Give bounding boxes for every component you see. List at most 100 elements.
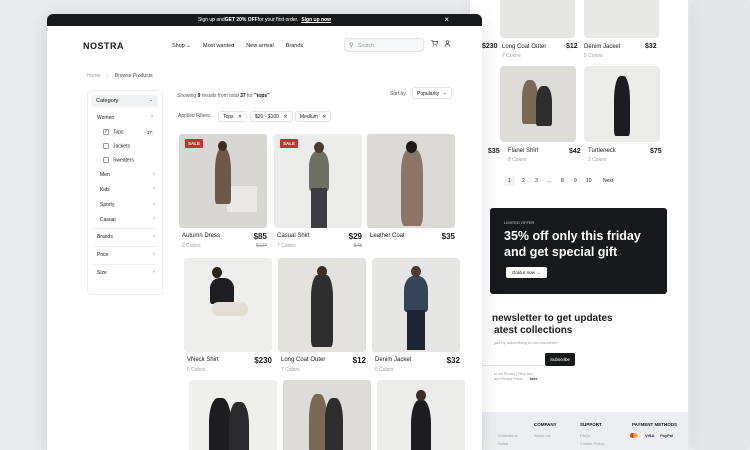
product-colors: 5 Colors xyxy=(187,367,206,373)
product-name[interactable]: Denim Jacket xyxy=(375,357,411,363)
product-image[interactable]: SALE xyxy=(179,134,267,228)
product-card[interactable]: Leather Coat $35 xyxy=(367,134,455,241)
product-image[interactable] xyxy=(189,380,277,450)
model-head xyxy=(406,141,417,153)
product-image[interactable] xyxy=(372,258,460,352)
product-name[interactable]: Casual Shirt xyxy=(277,233,310,239)
product-colors: 2 Colors xyxy=(588,157,607,163)
product-card[interactable]: SALE Autumn Dress $85 2 Colors $124 xyxy=(179,134,267,249)
back-page: $230 Long Coat Outer $12 7 Colors Denim … xyxy=(470,0,688,450)
newsletter-title: newsletter to get updates xyxy=(492,313,613,324)
category-toggle[interactable]: Category ⌄ xyxy=(91,95,158,107)
nav-item-new-arrival[interactable]: New arrival xyxy=(246,43,274,49)
footer-heading: PAYMENT METHODS xyxy=(632,422,678,427)
category-casual[interactable]: Casual xyxy=(100,217,116,223)
product-name[interactable]: VNeck Shirt xyxy=(187,357,219,363)
category-sporty[interactable]: Sporty xyxy=(100,202,114,208)
sort-label: Sort by xyxy=(390,91,406,97)
filter-chip[interactable]: $20 - $100 ✕ xyxy=(250,111,293,122)
grab-it-now-button[interactable]: Grab it now → xyxy=(506,267,547,278)
nav-item-brands[interactable]: Brands xyxy=(286,43,303,49)
product-price: $12 xyxy=(352,356,366,365)
product-name[interactable]: Denim Jacket xyxy=(584,44,620,50)
product-image[interactable] xyxy=(584,66,660,142)
nav-menu: Shop ⌄ Most wanted New arrival Brands xyxy=(172,43,303,49)
women-toggle[interactable]: Women xyxy=(97,115,114,121)
filter-size[interactable]: Size xyxy=(97,270,107,276)
page-button[interactable]: 8 xyxy=(561,178,564,184)
filter-chip[interactable]: Medium ✕ xyxy=(295,111,332,122)
nav-item-shop[interactable]: Shop ⌄ xyxy=(172,43,191,49)
paypal-icon: PayPal xyxy=(660,433,674,438)
footer-link[interactable]: About Us xyxy=(534,433,550,438)
footer-link[interactable]: Sales xyxy=(498,441,508,446)
logo[interactable]: NOSTRA xyxy=(83,41,124,51)
divider xyxy=(93,228,157,229)
product-image[interactable] xyxy=(278,258,366,352)
model-head xyxy=(317,266,327,277)
chevron-right-icon: › xyxy=(153,269,155,275)
product-image[interactable] xyxy=(584,0,659,38)
close-icon[interactable]: × xyxy=(444,15,449,24)
product-image[interactable] xyxy=(283,380,371,450)
category-men[interactable]: Men xyxy=(100,172,110,178)
product-colors: 5 Colors xyxy=(584,53,603,59)
checkbox-icon xyxy=(103,143,109,149)
product-image[interactable]: SALE xyxy=(274,134,362,228)
page-button[interactable]: 1 xyxy=(504,176,515,186)
chevron-right-icon: › xyxy=(153,233,155,239)
product-name[interactable]: Leather Coat xyxy=(370,233,405,239)
filter-price[interactable]: Price xyxy=(97,252,108,258)
product-image[interactable] xyxy=(500,66,576,142)
page-button[interactable]: 10 xyxy=(586,178,592,184)
user-icon[interactable] xyxy=(444,40,451,49)
checkbox-jackets[interactable]: Jackets xyxy=(103,143,130,149)
filter-brands[interactable]: Brands xyxy=(97,234,113,240)
product-price: $35 xyxy=(488,148,500,155)
privacy-link[interactable]: here xyxy=(530,377,537,381)
footer-link[interactable]: Cookie Policy xyxy=(580,441,604,446)
nav-item-most-wanted[interactable]: Most wanted xyxy=(203,43,234,49)
bench xyxy=(227,186,257,212)
product-name[interactable]: Long Coat Outer xyxy=(502,44,546,50)
checkbox-icon xyxy=(103,157,109,163)
page-button[interactable]: 2 xyxy=(522,178,525,184)
footer-link[interactable]: Collections xyxy=(498,433,518,438)
product-price: $12 xyxy=(566,43,578,50)
remove-icon[interactable]: ✕ xyxy=(238,114,242,120)
product-image[interactable] xyxy=(500,0,575,38)
model-figure xyxy=(309,151,329,191)
page-button[interactable]: 3 xyxy=(535,178,538,184)
filter-chip[interactable]: Tops ✕ xyxy=(218,111,248,122)
product-card[interactable]: Denim Jacket $32 5 Colors xyxy=(372,258,460,373)
product-card[interactable]: VNeck Shirt $230 5 Colors xyxy=(184,258,272,373)
product-name[interactable]: Autumn Dress xyxy=(182,233,220,239)
product-image[interactable] xyxy=(377,380,465,450)
page-button[interactable]: 9 xyxy=(574,178,577,184)
category-kids[interactable]: Kids xyxy=(100,187,110,193)
next-page-button[interactable]: Next xyxy=(603,178,613,184)
product-card[interactable]: SALE Casual Shirt $29 7 Colors $48 xyxy=(274,134,362,249)
checkbox-tops[interactable]: ✓ Tops xyxy=(103,129,124,135)
subscribe-button[interactable]: Subscribe xyxy=(545,353,576,366)
checkbox-sweaters[interactable]: Sweaters xyxy=(103,157,134,163)
chip-label: Medium xyxy=(300,114,318,120)
remove-icon[interactable]: ✕ xyxy=(283,114,287,120)
product-name[interactable]: Turtleneck xyxy=(588,148,616,154)
nav-label: Shop xyxy=(172,43,185,49)
product-image[interactable] xyxy=(184,258,272,352)
cart-icon[interactable] xyxy=(431,40,439,49)
chevron-down-icon: ⌄ xyxy=(442,90,447,96)
signup-link[interactable]: Sign up now xyxy=(301,17,331,23)
search-input[interactable]: ⚲ Search xyxy=(344,38,424,52)
product-name[interactable]: Flanel Shirt xyxy=(508,148,538,154)
remove-icon[interactable]: ✕ xyxy=(322,114,326,120)
footer-link[interactable]: FAQs xyxy=(580,433,590,438)
breadcrumb-home[interactable]: Home xyxy=(87,73,100,79)
product-name[interactable]: Long Coat Outer xyxy=(281,357,325,363)
newsletter-email-input[interactable] xyxy=(480,352,544,366)
product-image[interactable] xyxy=(367,134,455,228)
sort-select[interactable]: Popularity ⌄ xyxy=(412,87,452,99)
checkbox-label: Jackets xyxy=(113,143,130,150)
product-card[interactable]: Long Coat Outer $12 7 Colors xyxy=(278,258,366,373)
